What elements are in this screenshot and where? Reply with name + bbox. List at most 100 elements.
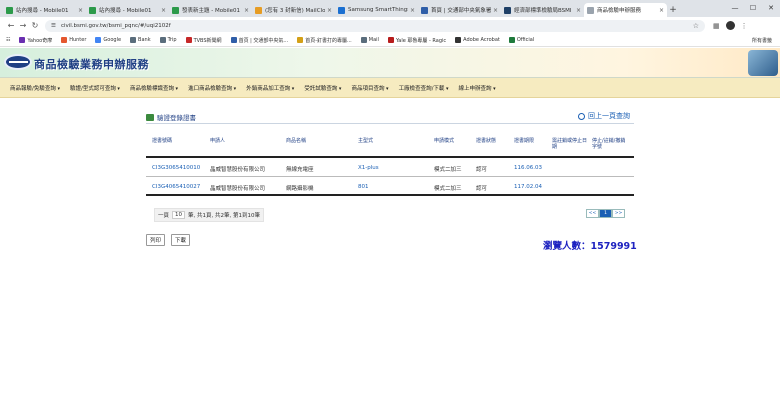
tab-favicon-icon xyxy=(89,6,96,14)
new-tab-icon[interactable]: + xyxy=(667,3,679,17)
browser-tab[interactable]: 站內搜尋 - Mobile01 × xyxy=(3,3,86,17)
bookmark-item[interactable]: Trip xyxy=(159,37,177,44)
bookmark-icon xyxy=(387,37,394,43)
table-cell: 117.02.04 xyxy=(514,184,542,190)
print-button[interactable]: 列印 xyxy=(146,234,166,246)
tab-favicon-icon xyxy=(6,6,13,14)
back-icon[interactable]: ← xyxy=(5,21,17,30)
column-header[interactable]: 主型式 xyxy=(358,138,373,144)
pagination: << 1 >> xyxy=(586,209,625,218)
bookmark-icon xyxy=(230,37,237,43)
profile-avatar[interactable] xyxy=(725,21,735,30)
banner-graphic xyxy=(748,50,778,76)
bsmi-logo[interactable] xyxy=(4,54,32,70)
apps-icon[interactable]: ☷ xyxy=(6,37,10,43)
menu-item[interactable]: 線上申辦查詢 xyxy=(459,84,496,92)
tab-close-icon[interactable]: × xyxy=(327,7,332,14)
menu-item[interactable]: 外銷商品加工查詢 xyxy=(246,84,294,92)
bookmark-label: 首頁-釘書打的專屬... xyxy=(305,37,352,44)
table-row: CI3G3065410010 晶威智慧股份有限公司 無線充電座 X1-plus 模式二加… xyxy=(146,158,634,177)
browser-tab[interactable]: 首頁 | 交通部中央氣象署 × xyxy=(418,3,501,17)
page-summary: 筆, 共1頁, 共2筆, 第1到10筆 xyxy=(188,213,261,219)
back-search-link[interactable]: 回上一頁查詢 xyxy=(578,111,630,121)
bookmark-item[interactable]: TVBS新聞網 xyxy=(185,37,222,44)
browser-tab[interactable]: 商品檢驗申辦服務 × xyxy=(584,3,667,17)
bookmark-item[interactable]: Google xyxy=(95,37,121,44)
column-header[interactable]: 證書狀態 xyxy=(476,138,496,144)
table-cell[interactable]: CI3G4065410027 xyxy=(152,184,200,190)
prev-page-button[interactable]: << xyxy=(586,209,599,218)
close-icon[interactable]: ✕ xyxy=(762,0,780,17)
browser-tab[interactable]: 經濟部標準檢驗局BSMI × xyxy=(501,3,584,17)
bookmark-label: Yahoo奇摩 xyxy=(27,37,53,44)
browser-tab[interactable]: 發表新主題 - Mobile01 × xyxy=(169,3,252,17)
browser-tab[interactable]: 站內搜尋 - Mobile01 × xyxy=(86,3,169,17)
browser-tab[interactable]: (您有 3 封新信) MailClou × xyxy=(252,3,335,17)
browser-tab[interactable]: Samsung SmartThings × xyxy=(335,3,418,17)
download-button[interactable]: 下載 xyxy=(171,234,191,246)
column-header[interactable]: 證書號碼 xyxy=(152,138,172,144)
menu-item[interactable]: 工廠檢查查詢/下載 xyxy=(399,84,449,92)
bookmark-item[interactable]: Hunter xyxy=(61,37,86,44)
bookmark-item[interactable]: 首頁 | 交通部中央氣... xyxy=(230,37,289,44)
tab-close-icon[interactable]: × xyxy=(576,7,581,14)
star-icon[interactable]: ☆ xyxy=(693,22,699,30)
tab-favicon-icon xyxy=(255,6,262,14)
tab-close-icon[interactable]: × xyxy=(244,7,249,14)
menu-item[interactable]: 受託試驗查詢 xyxy=(304,84,341,92)
search-icon xyxy=(578,112,585,120)
page-size-select[interactable]: 10 xyxy=(172,211,186,219)
site-info-icon[interactable]: ☰ xyxy=(51,23,56,29)
bookmark-item[interactable]: Mail xyxy=(360,37,379,44)
bookmark-item[interactable]: Bank xyxy=(130,37,151,44)
bookmark-item[interactable]: Yale 耶魯專屬 - Ragic xyxy=(387,37,446,44)
reload-icon[interactable]: ↻ xyxy=(29,21,41,30)
bookmark-label: 首頁 | 交通部中央氣... xyxy=(238,37,289,44)
main-menu: 商品報驗/免驗查詢 驗證/型式認可查詢 商品檢驗標識查詢 進口商品檢驗查詢 外銷商品加工… xyxy=(0,78,780,98)
table-cell[interactable]: CI3G3065410010 xyxy=(152,165,200,171)
browser-tab-bar: 站內搜尋 - Mobile01 × 站內搜尋 - Mobile01 × 發表新主題 - … xyxy=(0,0,780,17)
tab-close-icon[interactable]: × xyxy=(78,7,83,14)
bookmark-item[interactable]: Yahoo奇摩 xyxy=(19,37,52,44)
bookmark-item[interactable]: Adobe Acrobat xyxy=(455,37,500,44)
url-field[interactable]: ☰ civil.bsmi.gov.tw/bsmi_pqnc/#/uqi2102f… xyxy=(45,19,705,32)
column-header[interactable]: 申請模式 xyxy=(434,138,454,144)
next-page-button[interactable]: >> xyxy=(612,209,625,218)
bookmark-label: Mail xyxy=(368,37,379,43)
menu-item[interactable]: 商品報驗/免驗查詢 xyxy=(10,84,60,92)
tab-close-icon[interactable]: × xyxy=(410,7,415,14)
extensions-icon[interactable]: ▦ xyxy=(713,22,720,30)
column-header[interactable]: 證書期限 xyxy=(514,138,534,144)
tab-close-icon[interactable]: × xyxy=(493,7,498,14)
bookmark-item[interactable]: 首頁-釘書打的專屬... xyxy=(297,37,352,44)
bookmark-item[interactable]: Official xyxy=(508,37,534,44)
tab-title: 站內搜尋 - Mobile01 xyxy=(16,8,69,14)
bookmarks-bar: ☷ Yahoo奇摩 Hunter Google Bank Trip TVBS新聞網 首頁 |… xyxy=(0,34,780,47)
column-header[interactable]: 申請人 xyxy=(210,138,225,144)
forward-icon[interactable]: → xyxy=(17,21,29,30)
tab-title: 經濟部標準檢驗局BSMI xyxy=(514,8,572,14)
bookmark-label: TVBS新聞網 xyxy=(193,37,222,44)
action-buttons: 列印 下載 xyxy=(146,234,191,246)
column-header[interactable]: 需註銷或停止日期 xyxy=(552,138,588,150)
menu-item[interactable]: 商品項目查詢 xyxy=(351,84,388,92)
all-bookmarks[interactable]: 所有書籤 xyxy=(752,37,772,44)
bookmark-icon xyxy=(297,37,304,43)
menu-item[interactable]: 商品檢驗標識查詢 xyxy=(130,84,178,92)
column-header[interactable]: 停止/註銷/撤銷字號 xyxy=(592,138,628,150)
menu-item[interactable]: 驗證/型式認可查詢 xyxy=(70,84,120,92)
menu-item[interactable]: 進口商品檢驗查詢 xyxy=(188,84,236,92)
column-header[interactable]: 商品名稱 xyxy=(286,138,306,144)
tab-title: 站內搜尋 - Mobile01 xyxy=(99,8,152,14)
section-header: 驗證登錄證書 xyxy=(146,112,196,122)
bookmark-icon xyxy=(130,37,137,43)
tab-close-icon[interactable]: × xyxy=(659,7,664,14)
site-title[interactable]: 商品檢驗業務申辦服務 xyxy=(34,56,149,72)
tab-close-icon[interactable]: × xyxy=(161,7,166,14)
bookmark-icon xyxy=(508,37,515,43)
menu-icon[interactable]: ⋮ xyxy=(741,22,748,30)
maximize-icon[interactable]: ☐ xyxy=(744,0,762,17)
page-1-button[interactable]: 1 xyxy=(599,209,612,218)
minimize-icon[interactable]: — xyxy=(726,0,744,17)
tab-title: 商品檢驗申辦服務 xyxy=(597,8,642,14)
